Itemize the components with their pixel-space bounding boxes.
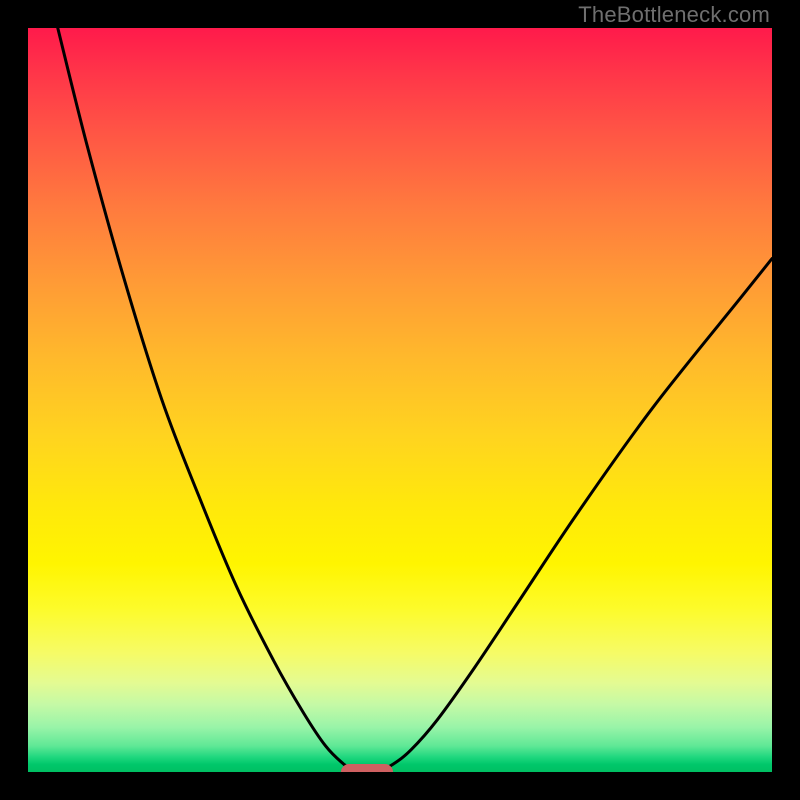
watermark-text: TheBottleneck.com	[578, 2, 770, 28]
left-curve	[58, 28, 356, 772]
plot-area	[28, 28, 772, 772]
right-curve	[378, 259, 772, 772]
curve-layer	[28, 28, 772, 772]
bottleneck-marker	[341, 764, 393, 772]
frame: TheBottleneck.com	[0, 0, 800, 800]
